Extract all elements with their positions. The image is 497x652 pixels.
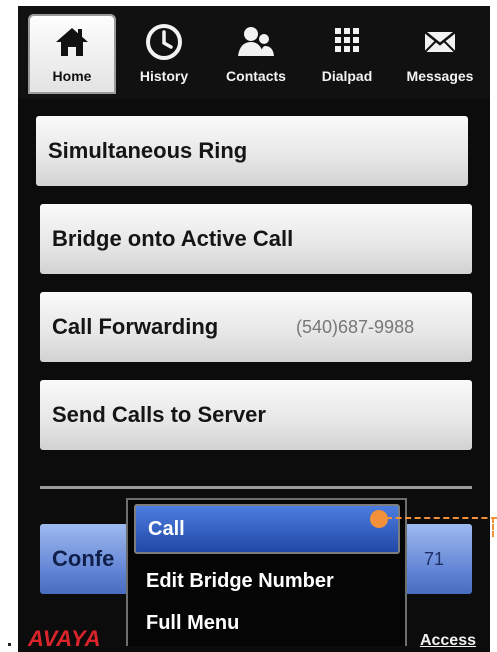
tab-history[interactable]: History <box>122 14 206 94</box>
bridge-active-call-label: Bridge onto Active Call <box>52 226 294 251</box>
call-forwarding-number: (540)687-9988 <box>296 316 415 337</box>
avaya-logo: AVAYA <box>28 626 101 651</box>
context-popup-menu: Call Edit Bridge Number Full Menu <box>126 498 407 646</box>
tab-messages[interactable]: Messages <box>392 14 488 94</box>
envelope-icon <box>424 31 456 53</box>
simultaneous-ring-label: Simultaneous Ring <box>48 138 248 163</box>
popup-item-full-menu[interactable]: Full Menu <box>134 598 400 648</box>
access-link[interactable]: Access <box>420 632 476 650</box>
tab-dialpad-label: Dialpad <box>321 68 373 84</box>
tab-contacts[interactable]: Contacts <box>210 14 302 94</box>
conference-label: Confe <box>52 546 115 571</box>
popup-item-call-label: Call <box>148 517 185 540</box>
section-divider <box>40 486 472 489</box>
tab-contacts-label: Contacts <box>226 68 286 84</box>
popup-item-full-menu-label: Full Menu <box>146 611 240 634</box>
tab-messages-label: Messages <box>406 68 474 84</box>
callout-marker-dot <box>370 510 388 528</box>
simultaneous-ring-button[interactable]: Simultaneous Ring <box>36 116 468 186</box>
tab-home-label: Home <box>52 68 92 84</box>
call-forwarding-button[interactable]: Call Forwarding (540)687-9988 <box>40 292 472 362</box>
clock-icon <box>146 24 182 60</box>
conference-number-tail: 71 <box>424 548 445 569</box>
home-icon <box>56 28 88 56</box>
top-nav-bar: Home History Contacts Dialpad Messages <box>18 6 490 98</box>
tab-history-label: History <box>139 68 189 84</box>
callout-leader-line <box>386 517 497 519</box>
bridge-active-call-button[interactable]: Bridge onto Active Call <box>40 204 472 274</box>
popup-item-edit-bridge-number-label: Edit Bridge Number <box>146 569 334 592</box>
tab-home[interactable]: Home <box>28 14 116 94</box>
dialpad-icon <box>335 28 359 52</box>
tab-dialpad[interactable]: Dialpad <box>306 14 388 94</box>
contacts-icon <box>238 27 274 56</box>
send-calls-to-server-button[interactable]: Send Calls to Server <box>40 380 472 450</box>
callout-leader-line-vertical <box>492 517 494 537</box>
popup-item-call[interactable]: Call <box>134 504 400 554</box>
corner-mark <box>8 643 11 646</box>
send-calls-to-server-label: Send Calls to Server <box>52 402 266 427</box>
call-forwarding-label: Call Forwarding <box>52 314 219 339</box>
